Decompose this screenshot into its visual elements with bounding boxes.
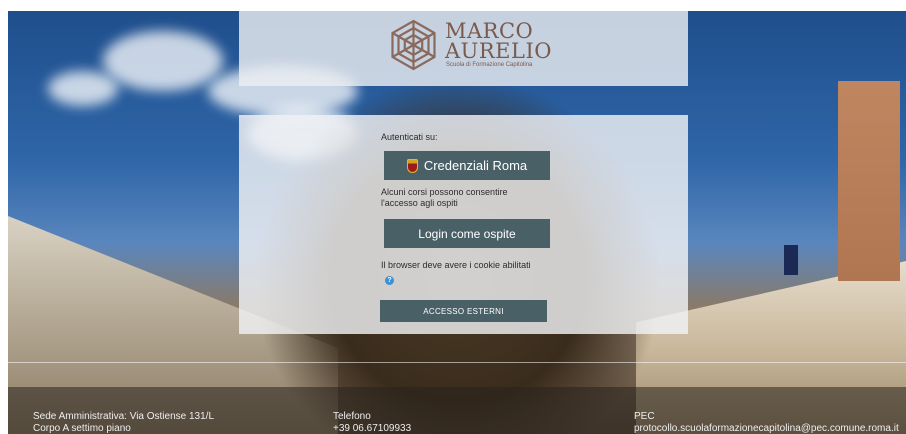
credenziali-roma-button[interactable]: Credenziali Roma [384, 151, 550, 180]
cookie-note: Il browser deve avere i cookie abilitati [381, 260, 531, 270]
auth-label: Autenticati su: [381, 132, 438, 142]
footer-address: Sede Amministrativa: Via Ostiense 131/L … [33, 411, 214, 434]
logo-panel: MARCO AURELIO Scuola di Formazione Capit… [239, 11, 688, 86]
footer-pec-value[interactable]: protocollo.scuolaformazionecapitolina@pe… [634, 423, 899, 434]
guest-note: Alcuni corsi possono consentire l'access… [381, 187, 508, 209]
footer-pec-label: PEC [634, 411, 655, 422]
logo-title-line2: AURELIO [445, 39, 552, 63]
logo-rosette-icon [391, 19, 436, 71]
divider [8, 362, 906, 363]
logo-subtitle: Scuola di Formazione Capitolina [446, 62, 533, 68]
footer: Sede Amministrativa: Via Ostiense 131/L … [8, 387, 906, 434]
credenziali-roma-label: Credenziali Roma [423, 158, 528, 173]
guest-note-line2: l'accesso agli ospiti [381, 198, 458, 208]
footer-address-line2: Corpo A settimo piano [33, 423, 131, 434]
external-access-button[interactable]: ACCESSO ESTERNI [380, 300, 547, 322]
question-icon[interactable]: ? [385, 276, 394, 285]
footer-phone-value[interactable]: +39 06.67109933 [333, 423, 411, 434]
footer-address-line1: Sede Amministrativa: Via Ostiense 131/L [33, 411, 215, 422]
logo-title-line1: MARCO [445, 19, 534, 43]
logo-title: MARCO AURELIO [445, 19, 552, 63]
footer-phone: Telefono +39 06.67109933 [333, 411, 411, 434]
footer-phone-label: Telefono [333, 411, 371, 422]
login-panel: Autenticati su: Credenziali Roma Alcuni … [239, 115, 688, 334]
footer-pec: PEC protocollo.scuolaformazionecapitolin… [634, 411, 899, 434]
guest-login-button[interactable]: Login come ospite [384, 219, 550, 248]
guest-note-line1: Alcuni corsi possono consentire [381, 187, 508, 197]
roma-crest-icon [406, 158, 418, 173]
